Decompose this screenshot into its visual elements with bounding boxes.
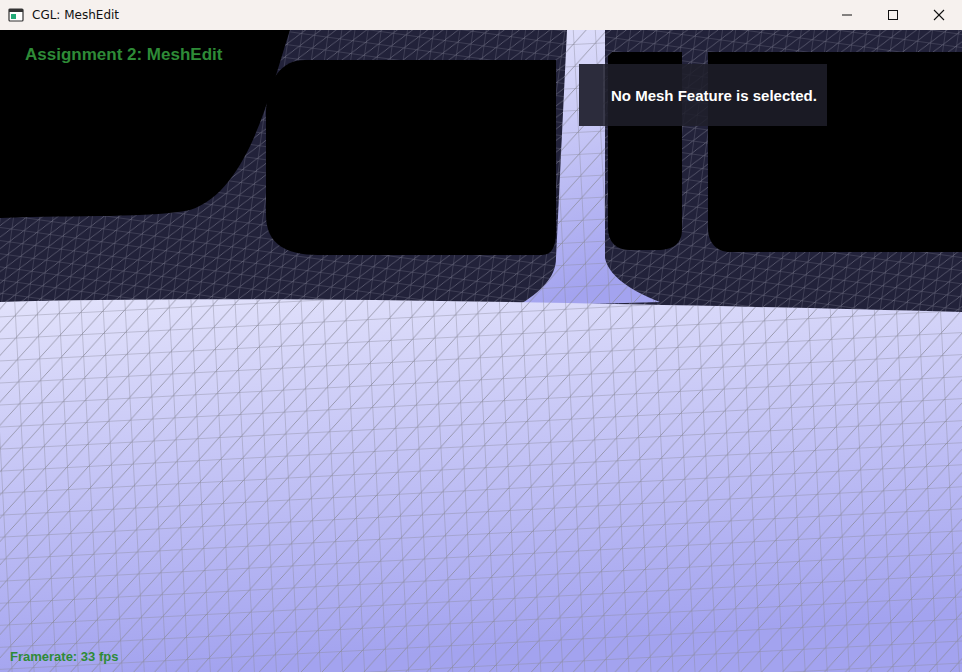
mesh-render[interactable] [0,30,962,672]
background-holes [0,30,962,255]
close-button[interactable] [916,0,962,30]
title-bar[interactable]: CGL: MeshEdit [0,0,962,30]
minimize-button[interactable] [824,0,870,30]
app-window: CGL: MeshEdit Assignment 2: MeshEdit No Me… [0,0,962,672]
framerate-label: Framerate: 33 fps [10,649,118,664]
render-viewport[interactable]: Assignment 2: MeshEdit No Mesh Feature is… [0,30,962,672]
dark-mesh-band [0,30,962,330]
maximize-icon [887,9,899,21]
close-icon [933,9,945,21]
window-title: CGL: MeshEdit [32,8,119,22]
selection-info-text: No Mesh Feature is selected. [611,87,817,104]
app-heading: Assignment 2: MeshEdit [25,45,222,65]
maximize-button[interactable] [870,0,916,30]
selection-info-panel: No Mesh Feature is selected. [579,64,827,126]
app-window-icon [8,7,24,23]
mesh-surface [0,299,962,672]
info-marker [579,64,603,126]
minimize-icon [841,9,853,21]
